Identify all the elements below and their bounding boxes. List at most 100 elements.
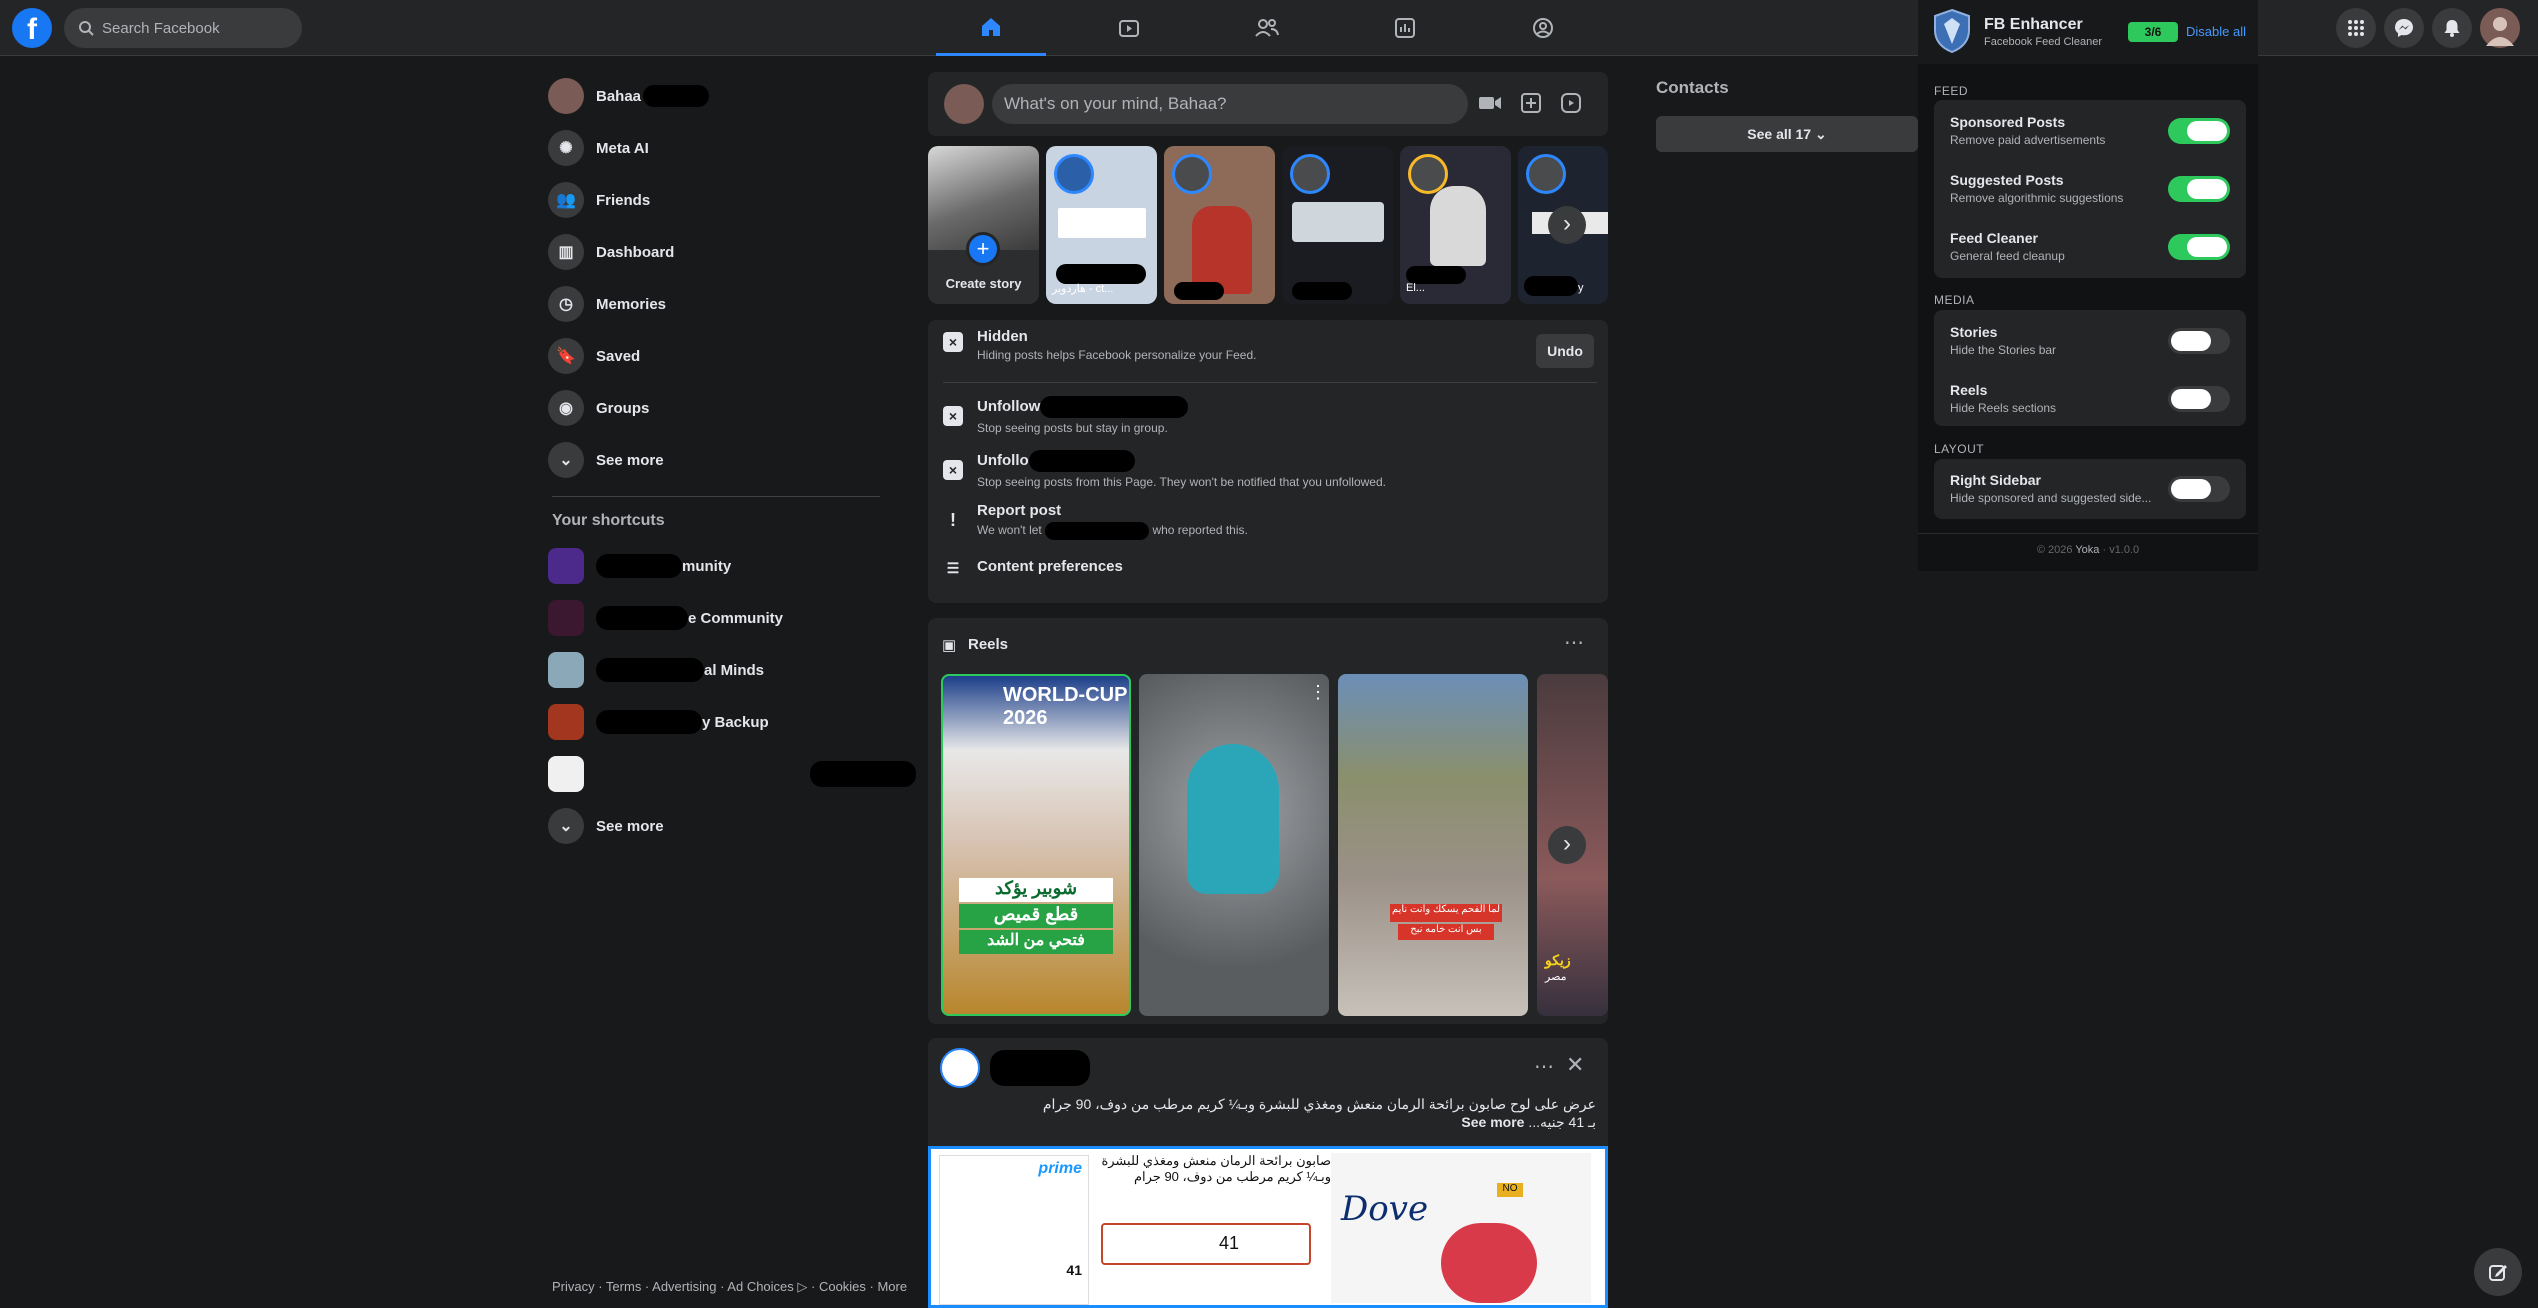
sidebar-item-meta-ai[interactable]: ✺ Meta AI — [548, 126, 649, 170]
reel-card[interactable]: ⋮ — [1139, 674, 1329, 1016]
sidebar-item-groups[interactable]: ◉ Groups — [548, 386, 649, 430]
more-options-icon[interactable]: ⋯ — [1564, 630, 1584, 655]
footer-version: · v1.0.0 — [2102, 544, 2140, 556]
extension-footer: © 2026 Yoka · v1.0.0 — [1918, 544, 2258, 556]
meta-ai-icon: ✺ — [548, 130, 584, 166]
photo-icon[interactable] — [1520, 92, 1542, 119]
undo-button[interactable]: Undo — [1536, 334, 1594, 368]
see-more-link[interactable]: See more — [1461, 1114, 1524, 1130]
option-subtitle: We won't let — [977, 523, 1042, 538]
tab-home[interactable] — [936, 0, 1046, 56]
report-post-option[interactable]: ! Report post We won't let who reported … — [943, 502, 1248, 540]
footer-links[interactable]: Privacy · Terms · Advertising · Ad Choic… — [552, 1279, 907, 1295]
reels-next-button[interactable]: › — [1548, 826, 1586, 864]
enabled-count-badge: 3/6 — [2128, 22, 2178, 42]
create-story-label: Create story — [945, 276, 1022, 291]
story-card[interactable] — [1164, 146, 1275, 304]
story-avatar — [1290, 154, 1330, 194]
see-all-contacts-button[interactable]: See all 17 ⌄ — [1656, 116, 1918, 152]
stories-next-button[interactable]: › — [1548, 206, 1586, 244]
shortcut-item[interactable] — [548, 752, 916, 796]
toggle-sponsored-posts[interactable] — [2168, 118, 2230, 144]
shortcut-label: y Backup — [702, 713, 769, 731]
reel-icon[interactable] — [1560, 92, 1582, 119]
unfollow-member-option[interactable]: × Unfollow Stop seeing posts but stay in… — [943, 396, 1189, 435]
shortcut-label: e Community — [688, 609, 784, 627]
setting-desc: Hide Reels sections — [1950, 401, 2057, 415]
story-card[interactable]: هاردوير - ct... — [1046, 146, 1157, 304]
more-options-icon[interactable]: ⋮ — [1309, 682, 1327, 703]
disable-all-button[interactable]: Disable all — [2186, 24, 2246, 39]
sidebar-item-saved[interactable]: 🔖 Saved — [548, 334, 640, 378]
divider — [552, 496, 880, 497]
redaction — [1292, 282, 1352, 300]
menu-button[interactable] — [2336, 8, 2376, 48]
story-card[interactable]: El... — [1400, 146, 1511, 304]
shortcut-item[interactable]: y Backup — [548, 700, 769, 744]
shortcut-item[interactable]: e Community — [548, 596, 783, 640]
notifications-button[interactable] — [2432, 8, 2472, 48]
reel-caption: شوبير يؤكد — [959, 878, 1113, 902]
toggle-stories[interactable] — [2168, 328, 2230, 354]
content-preferences-option[interactable]: ☰ Content preferences — [943, 558, 1123, 578]
video-camera-icon[interactable] — [1478, 92, 1502, 119]
sidebar-item-label: See more — [596, 817, 664, 835]
sidebar-see-more[interactable]: ⌄ See more — [548, 438, 664, 482]
friends-icon — [1255, 19, 1279, 37]
new-message-button[interactable] — [2474, 1248, 2522, 1296]
setting-desc: Remove paid advertisements — [1950, 133, 2106, 147]
create-story-card[interactable]: + Create story — [928, 146, 1039, 304]
bell-icon — [2444, 20, 2460, 37]
account-avatar[interactable] — [2480, 8, 2520, 48]
toggle-feed-cleaner[interactable] — [2168, 234, 2230, 260]
sidebar-item-label: Meta AI — [596, 139, 649, 157]
footer-brand[interactable]: Yoka — [2075, 544, 2099, 556]
redaction — [643, 85, 710, 107]
setting-stories: Stories Hide the Stories bar — [1950, 324, 2056, 357]
more-options-icon[interactable]: ⋯ — [1534, 1054, 1554, 1079]
tab-dashboard[interactable] — [1350, 0, 1460, 56]
search-input[interactable]: Search Facebook — [64, 8, 302, 48]
sidebar-item-friends[interactable]: 👥 Friends — [548, 178, 650, 222]
redaction — [810, 761, 916, 787]
toggle-right-sidebar[interactable] — [2168, 476, 2230, 502]
sidebar-item-dashboard[interactable]: ▥ Dashboard — [548, 230, 674, 274]
contacts-title: Contacts — [1656, 78, 1729, 97]
sidebar-item-label: See more — [596, 451, 664, 469]
story-label: هاردوير - ct... — [1052, 283, 1114, 295]
sidebar-item-memories[interactable]: ◷ Memories — [548, 282, 666, 326]
reel-card[interactable]: WORLD-CUP 2026 شوبير يؤكد قطع قميص فتحي … — [941, 674, 1131, 1016]
shortcut-item[interactable]: munity — [548, 544, 731, 588]
sidebar-item-profile[interactable]: Bahaa — [548, 74, 710, 118]
tab-gaming[interactable] — [1488, 0, 1598, 56]
gaming-icon — [1533, 18, 1553, 38]
plus-icon: + — [966, 232, 1000, 266]
memories-icon: ◷ — [548, 286, 584, 322]
shortcut-item[interactable]: al Minds — [548, 648, 764, 692]
avatar — [548, 78, 584, 114]
toggle-suggested-posts[interactable] — [2168, 176, 2230, 202]
divider — [943, 382, 1597, 383]
redaction — [1056, 264, 1146, 284]
post-product-image[interactable]: prime 41 صابون برائحة الرمان منعش ومغذي … — [928, 1146, 1608, 1308]
setting-name: Stories — [1950, 324, 1998, 340]
media-group: Stories Hide the Stories bar Reels Hide … — [1934, 310, 2246, 426]
redaction — [596, 554, 682, 578]
price-box: 41 — [1101, 1223, 1311, 1265]
close-icon[interactable]: ✕ — [1566, 1052, 1584, 1078]
reel-card[interactable]: لما الفحم يسكك وانت نايم بس انت خامه نبح — [1338, 674, 1528, 1016]
tab-friends[interactable] — [1212, 0, 1322, 56]
messenger-button[interactable] — [2384, 8, 2424, 48]
unfollow-page-option[interactable]: × Unfollo Stop seeing posts from this Pa… — [943, 450, 1386, 489]
facebook-logo-icon[interactable]: f — [12, 8, 52, 48]
composer-input[interactable]: What's on your mind, Bahaa? — [992, 84, 1468, 124]
shortcuts-see-more[interactable]: ⌄ See more — [548, 804, 664, 848]
story-card[interactable] — [1282, 146, 1393, 304]
post-text: بـ 41 جنيه... — [1528, 1114, 1596, 1130]
product-photo: Dove NO — [1331, 1153, 1591, 1303]
shield-logo-icon — [1934, 8, 1970, 54]
see-all-label: See all 17 — [1747, 126, 1812, 142]
tab-watch[interactable] — [1074, 0, 1184, 56]
toggle-reels[interactable] — [2168, 386, 2230, 412]
search-icon — [79, 21, 94, 36]
